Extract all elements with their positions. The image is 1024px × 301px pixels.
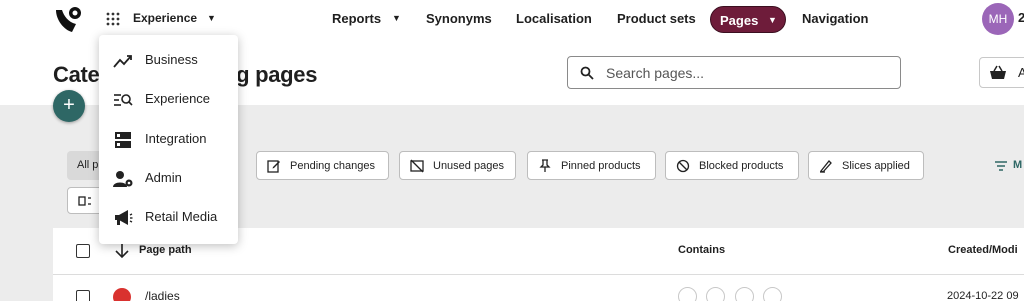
menu-item-retail-media[interactable]: Retail Media xyxy=(99,198,238,237)
search-icon xyxy=(580,66,594,80)
list-search-icon xyxy=(114,94,133,106)
menu-item-business[interactable]: Business xyxy=(99,41,238,80)
nav-pages[interactable]: Pages ▼ xyxy=(710,6,786,33)
filter-unused-pages[interactable]: Unused pages xyxy=(399,151,516,180)
select-all-checkbox[interactable] xyxy=(76,244,90,258)
qr-code-icon xyxy=(763,287,782,301)
avatar[interactable]: MH xyxy=(982,3,1014,35)
menu-item-experience[interactable]: Experience xyxy=(99,80,238,119)
blocked-icon xyxy=(676,159,690,173)
chevron-down-icon[interactable]: ▼ xyxy=(392,13,401,23)
chip-label: Slices applied xyxy=(842,160,910,172)
search-box[interactable] xyxy=(567,56,901,89)
row-page-path[interactable]: /ladies xyxy=(145,289,180,301)
row-checkbox[interactable] xyxy=(76,290,90,301)
edit-icon xyxy=(267,160,280,173)
chip-label: Unused pages xyxy=(433,160,504,172)
trending-icon xyxy=(113,55,132,68)
product-switcher-label[interactable]: Experience xyxy=(133,11,197,25)
column-created-modified[interactable]: Created/Modi xyxy=(948,244,1018,256)
column-contains: Contains xyxy=(678,244,726,256)
basket-label: A xyxy=(1018,65,1024,80)
brand-logo[interactable] xyxy=(52,4,84,36)
menu-item-label: Integration xyxy=(145,131,207,146)
basket-button[interactable]: A xyxy=(979,57,1024,88)
menu-item-label: Business xyxy=(145,52,198,67)
menu-item-label: Experience xyxy=(145,91,211,106)
sort-arrow-down-icon[interactable] xyxy=(115,243,129,259)
product-switcher-menu: Business Experience Integration Admin Re… xyxy=(99,35,238,244)
chip-label: Pinned products xyxy=(561,160,641,172)
app-grid-icon[interactable] xyxy=(106,12,120,26)
chevron-down-icon: ▼ xyxy=(768,15,777,25)
nav-reports[interactable]: Reports xyxy=(332,11,381,26)
megaphone-icon xyxy=(115,210,133,225)
more-filters-label: M xyxy=(1013,159,1023,171)
column-page-path[interactable]: Page path xyxy=(139,244,192,256)
page-status-icon xyxy=(113,288,131,301)
pin-icon xyxy=(706,287,725,301)
filter-blocked-products[interactable]: Blocked products xyxy=(665,151,799,180)
nav-pages-label: Pages xyxy=(720,13,759,28)
menu-item-integration[interactable]: Integration xyxy=(99,120,238,159)
view-columns-icon xyxy=(78,196,91,206)
slice-icon xyxy=(678,287,697,301)
chip-label: Pending changes xyxy=(290,160,376,172)
toggle-icon xyxy=(735,287,754,301)
nav-synonyms[interactable]: Synonyms xyxy=(426,11,492,26)
unused-pages-icon xyxy=(410,159,424,173)
nav-product-sets[interactable]: Product sets xyxy=(617,11,696,26)
users-cog-icon xyxy=(113,171,133,187)
avatar-extra-text: 2 xyxy=(1018,10,1024,25)
filter-slices-applied[interactable]: Slices applied xyxy=(808,151,924,180)
slice-icon xyxy=(819,160,832,173)
menu-item-label: Admin xyxy=(145,170,182,185)
server-icon xyxy=(115,132,131,148)
pin-icon xyxy=(539,159,551,172)
filter-pinned-products[interactable]: Pinned products xyxy=(527,151,656,180)
search-input[interactable] xyxy=(606,63,886,83)
chevron-down-icon[interactable]: ▼ xyxy=(207,13,216,23)
row-created-date: 2024-10-22 09 xyxy=(947,290,1019,301)
menu-item-admin[interactable]: Admin xyxy=(99,159,238,198)
nav-navigation[interactable]: Navigation xyxy=(802,11,868,26)
add-page-button[interactable]: + xyxy=(53,90,85,122)
menu-item-label: Retail Media xyxy=(145,209,218,224)
chip-label: Blocked products xyxy=(699,160,784,172)
nav-localisation[interactable]: Localisation xyxy=(516,11,592,26)
filter-lines-icon xyxy=(995,161,1007,171)
basket-icon xyxy=(990,65,1006,79)
filter-pending-changes[interactable]: Pending changes xyxy=(256,151,389,180)
